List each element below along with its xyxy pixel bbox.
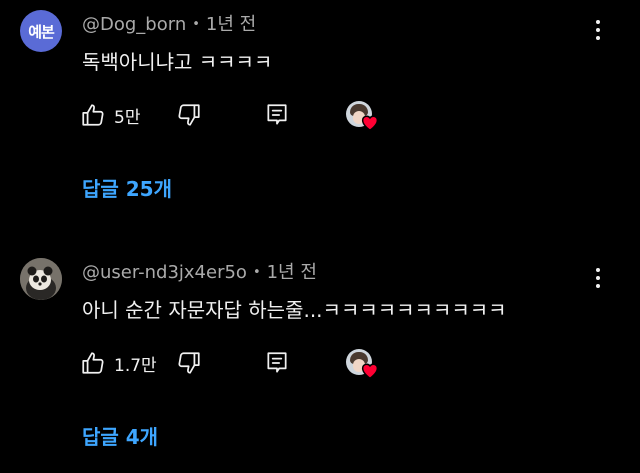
- comment-meta: @user-nd3jx4er5o • 1년 전: [82, 258, 317, 284]
- reply-button[interactable]: [264, 346, 290, 380]
- meta-separator: •: [192, 17, 200, 32]
- comment-text: 아니 순간 자문자답 하는줄...ㅋㅋㅋㅋㅋㅋㅋㅋㅋㅋ: [82, 298, 507, 322]
- author-handle[interactable]: @Dog_born: [82, 14, 186, 35]
- replies-toggle[interactable]: 답글 4개: [82, 421, 158, 450]
- reply-icon: [264, 102, 290, 128]
- reply-icon: [264, 350, 290, 376]
- thumb-down-icon: [176, 102, 202, 128]
- comment-time[interactable]: 1년 전: [206, 14, 256, 35]
- more-vert-icon[interactable]: [586, 18, 610, 42]
- avatar[interactable]: 예본: [20, 10, 62, 52]
- dislike-button[interactable]: [176, 98, 202, 132]
- dislike-button[interactable]: [176, 346, 202, 380]
- panda-avatar-image: [20, 258, 62, 300]
- comment-time[interactable]: 1년 전: [267, 262, 317, 283]
- comment-meta: @Dog_born • 1년 전: [82, 10, 256, 36]
- like-button[interactable]: 5만: [80, 98, 140, 132]
- replies-toggle[interactable]: 답글 25개: [82, 173, 172, 202]
- comment-actions: 5만: [80, 98, 410, 132]
- avatar[interactable]: [20, 258, 62, 300]
- creator-heart-badge: [346, 101, 382, 135]
- reply-button[interactable]: [264, 98, 290, 132]
- comment-text: 독백아니냐고 ㅋㅋㅋㅋ: [82, 50, 273, 74]
- thumb-up-icon: [80, 350, 106, 376]
- comment-actions: 1.7만: [80, 346, 410, 380]
- like-count: 5만: [114, 107, 141, 128]
- heart-icon: [360, 113, 380, 135]
- like-button[interactable]: 1.7만: [80, 346, 157, 380]
- heart-icon: [360, 361, 380, 383]
- author-handle[interactable]: @user-nd3jx4er5o: [82, 262, 247, 283]
- thumb-up-icon: [80, 102, 106, 128]
- more-vert-icon[interactable]: [586, 266, 610, 290]
- meta-separator: •: [252, 265, 261, 280]
- thumb-down-icon: [176, 350, 202, 376]
- avatar-initials: 예본: [28, 22, 55, 41]
- creator-heart-badge: [346, 349, 382, 383]
- like-count: 1.7만: [114, 355, 157, 376]
